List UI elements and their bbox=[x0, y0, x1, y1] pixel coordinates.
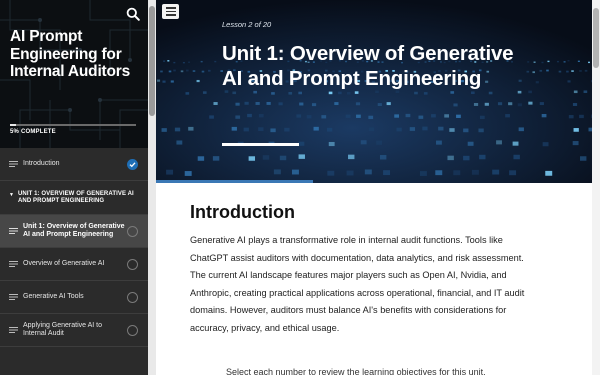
sidebar-item-label: Generative AI Tools bbox=[23, 292, 84, 300]
sidebar-item-label: Introduction bbox=[23, 159, 60, 167]
sidebar-item-applying-generative-ai[interactable]: Applying Generative AI to Internal Audit bbox=[0, 314, 148, 347]
incomplete-circle-icon bbox=[127, 258, 138, 270]
course-progress-fill bbox=[10, 124, 17, 126]
course-sidebar: AI Prompt Engineering for Internal Audit… bbox=[0, 0, 148, 375]
course-progress-bar bbox=[10, 124, 136, 126]
sidebar-item-label: Unit 1: Overview of Generative AI and Pr… bbox=[23, 222, 125, 239]
sidebar-item-generative-ai-tools[interactable]: Generative AI Tools bbox=[0, 281, 148, 314]
sidebar-item-label: Applying Generative AI to Internal Audit bbox=[23, 321, 102, 338]
caret-down-icon: ▼ bbox=[9, 192, 14, 198]
incomplete-circle-icon bbox=[127, 291, 138, 303]
hamburger-menu-icon[interactable] bbox=[162, 4, 179, 19]
course-title: AI Prompt Engineering for Internal Audit… bbox=[10, 28, 131, 80]
content-heading: Introduction bbox=[190, 202, 295, 222]
incomplete-circle-icon bbox=[127, 324, 138, 336]
lesson-count: Lesson 2 of 20 bbox=[222, 20, 272, 29]
complete-check-icon bbox=[127, 158, 138, 170]
main-scrollbar[interactable] bbox=[592, 0, 600, 375]
title-divider bbox=[222, 143, 299, 146]
sidebar-item-label: Overview of Generative AI bbox=[23, 259, 105, 267]
lesson-title: Unit 1: Overview of Generative AI and Pr… bbox=[222, 42, 514, 90]
course-progress-label: 5% COMPLETE bbox=[10, 129, 56, 135]
lesson-main: Lesson 2 of 20 Unit 1: Overview of Gener… bbox=[156, 0, 600, 375]
lesson-lines-icon bbox=[9, 161, 18, 167]
sidebar-item-introduction[interactable]: Introduction bbox=[0, 148, 148, 181]
sidebar-item-overview-generative-ai[interactable]: Overview of Generative AI bbox=[0, 248, 148, 281]
lesson-hero: Lesson 2 of 20 Unit 1: Overview of Gener… bbox=[156, 0, 592, 183]
lesson-lines-icon bbox=[9, 228, 18, 234]
lesson-progress-bar bbox=[156, 180, 313, 183]
lesson-list: Introduction ▼ UNIT 1: OVERVIEW OF GENER… bbox=[0, 148, 148, 347]
search-icon[interactable] bbox=[126, 7, 140, 21]
lesson-content: Introduction Generative AI plays a trans… bbox=[190, 202, 530, 337]
sidebar-section-unit-1[interactable]: ▼ UNIT 1: OVERVIEW OF GENERATIVE AI AND … bbox=[0, 181, 148, 215]
incomplete-circle-icon bbox=[127, 225, 138, 237]
course-header: AI Prompt Engineering for Internal Audit… bbox=[0, 0, 148, 148]
sidebar-item-unit-1-overview[interactable]: Unit 1: Overview of Generative AI and Pr… bbox=[0, 215, 148, 248]
main-scrollbar-thumb[interactable] bbox=[593, 8, 599, 68]
sidebar-scrollbar-thumb[interactable] bbox=[149, 6, 155, 116]
lesson-lines-icon bbox=[9, 261, 18, 267]
lesson-lines-icon bbox=[9, 327, 18, 333]
sidebar-scrollbar[interactable] bbox=[148, 0, 156, 375]
lesson-lines-icon bbox=[9, 294, 18, 300]
course-player: AI Prompt Engineering for Internal Audit… bbox=[0, 0, 600, 375]
next-instruction-text: Select each number to review the learnin… bbox=[226, 367, 486, 375]
content-paragraph: Generative AI plays a transformative rol… bbox=[190, 235, 525, 333]
section-label: UNIT 1: OVERVIEW OF GENERATIVE AI AND PR… bbox=[17, 191, 134, 204]
